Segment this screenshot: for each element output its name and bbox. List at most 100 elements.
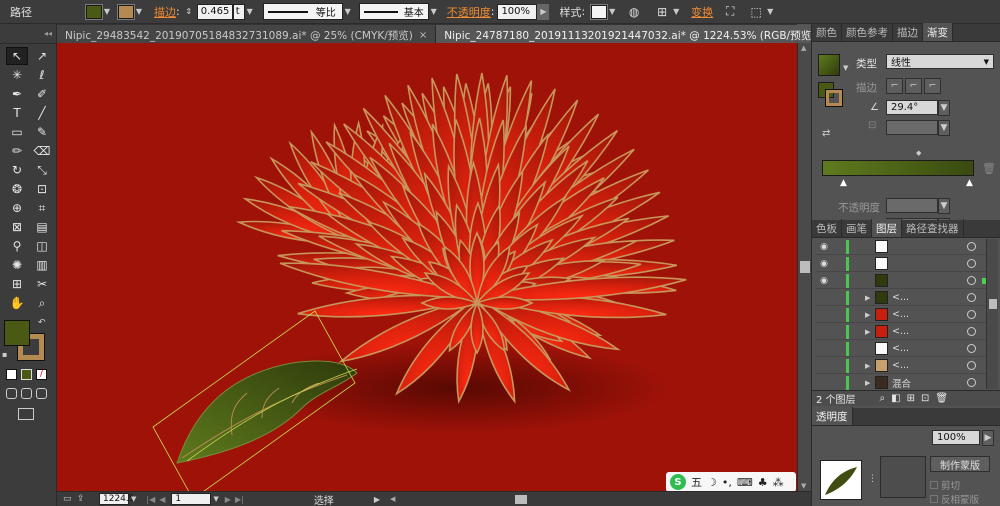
- layer-row[interactable]: ▶ <...: [816, 324, 988, 340]
- layers-scrollbar[interactable]: [986, 239, 998, 389]
- stroke-unit-dropdown[interactable]: t: [232, 3, 245, 20]
- zoom-input[interactable]: 1224.5: [99, 493, 135, 505]
- visibility-eye-icon[interactable]: ◉: [816, 259, 832, 269]
- target-circle-icon[interactable]: [967, 310, 976, 319]
- layer-row[interactable]: ▶ <...: [816, 358, 988, 374]
- transparency-opacity-input[interactable]: 100%: [932, 430, 980, 445]
- angle-dropdown-icon[interactable]: ▼: [938, 100, 950, 116]
- layers-scroll-thumb[interactable]: [989, 299, 997, 309]
- expand-triangle-icon[interactable]: ▶: [865, 294, 875, 302]
- target-circle-icon[interactable]: [967, 361, 976, 370]
- stroke-label[interactable]: 描边: [154, 4, 176, 20]
- stroke-gradient-across-icon[interactable]: ⌐: [924, 78, 941, 94]
- punctuation-icon[interactable]: •,: [722, 476, 732, 489]
- tab-document-1[interactable]: Nipic_29483542_20190705184832731089.ai* …: [57, 25, 437, 43]
- delete-stop-icon[interactable]: 🗑: [982, 162, 996, 175]
- swap-icon[interactable]: ↶: [38, 318, 46, 328]
- screen-mode-icon[interactable]: [18, 408, 34, 420]
- stroke-weight-dropdown-icon[interactable]: ▼: [245, 5, 255, 19]
- scale-tool[interactable]: ⤡: [31, 161, 53, 179]
- object-thumbnail[interactable]: [820, 460, 862, 500]
- fill-swatch[interactable]: [85, 3, 103, 20]
- arrange-dropdown-icon[interactable]: ▼: [765, 5, 775, 19]
- draw-inside-icon[interactable]: [36, 388, 47, 399]
- make-clip-mask-icon[interactable]: ◧: [891, 393, 900, 404]
- visibility-eye-icon[interactable]: ◉: [816, 242, 832, 252]
- next-page-icon[interactable]: ▶: [225, 495, 231, 504]
- layer-name[interactable]: <...: [892, 309, 967, 320]
- gradient-ramp[interactable]: [822, 160, 974, 176]
- opacity-dropdown-icon[interactable]: ▶: [537, 3, 550, 20]
- draw-normal-icon[interactable]: [6, 388, 17, 399]
- stroke-dropdown-icon[interactable]: ▼: [134, 5, 144, 19]
- tab-color-guide[interactable]: 颜色参考: [842, 23, 893, 41]
- expand-triangle-icon[interactable]: ▶: [865, 379, 875, 387]
- aspect-ratio-dropdown-icon[interactable]: ▼: [938, 120, 950, 136]
- stepper-icon[interactable]: ⇕: [184, 3, 194, 21]
- color-stop-end-icon[interactable]: ▲: [966, 178, 973, 188]
- invert-checkbox-box[interactable]: [930, 495, 938, 503]
- aspect-ratio-input[interactable]: [886, 120, 938, 135]
- prev-page-icon[interactable]: ◀: [159, 495, 165, 504]
- tab-color[interactable]: 颜色: [812, 23, 842, 41]
- layer-row[interactable]: <...: [816, 341, 988, 357]
- column-graph-tool[interactable]: ▥: [31, 256, 53, 274]
- warp-tool[interactable]: ❂: [6, 180, 28, 198]
- locate-object-icon[interactable]: ⌕: [880, 393, 886, 404]
- share-icon[interactable]: ⇪: [77, 494, 93, 504]
- link-icon[interactable]: ⋮: [868, 474, 877, 484]
- vertical-scrollbar[interactable]: ▲ ▼: [797, 43, 811, 491]
- target-circle-icon[interactable]: [967, 327, 976, 336]
- tab-transparency[interactable]: 透明度: [812, 407, 853, 425]
- expand-triangle-icon[interactable]: ▶: [865, 311, 875, 319]
- page-dropdown-icon[interactable]: ▼: [213, 495, 218, 503]
- skin-icon[interactable]: ♣: [758, 476, 768, 489]
- stop-opacity-input[interactable]: [886, 198, 938, 213]
- blend-tool[interactable]: ◫: [31, 237, 53, 255]
- fill-stroke-widget[interactable]: ↶ ▪: [2, 318, 52, 364]
- paintbrush-tool[interactable]: ✎: [31, 123, 53, 141]
- expand-triangle-icon[interactable]: ▶: [865, 328, 875, 336]
- hscroll-left-icon[interactable]: ◀: [390, 495, 395, 503]
- graphic-style-swatch[interactable]: [590, 3, 609, 20]
- visibility-eye-icon[interactable]: ◉: [816, 276, 832, 286]
- tab-layers[interactable]: 图层: [872, 219, 902, 237]
- panel-collapse-icon[interactable]: ◂◂: [0, 24, 56, 44]
- gradient-mode-icon[interactable]: [21, 369, 32, 380]
- brush-definition[interactable]: 基本: [358, 3, 429, 20]
- clip-checkbox[interactable]: 剪切: [930, 478, 960, 492]
- hscroll-thumb[interactable]: [515, 494, 528, 504]
- artboard-canvas[interactable]: [57, 43, 797, 491]
- target-circle-icon[interactable]: [967, 378, 976, 387]
- scroll-thumb[interactable]: [800, 261, 810, 273]
- layer-row[interactable]: ▶ <...: [816, 307, 988, 323]
- transparency-opacity-dropdown-icon[interactable]: ▶: [982, 430, 994, 446]
- keyboard-icon[interactable]: ⌨: [737, 476, 753, 489]
- scroll-up-icon[interactable]: ▲: [801, 44, 806, 52]
- make-mask-button[interactable]: 制作蒙版: [930, 456, 990, 472]
- layer-name[interactable]: <...: [892, 292, 967, 303]
- layer-name[interactable]: <...: [892, 326, 967, 337]
- layer-row[interactable]: ▶ 混合: [816, 375, 988, 391]
- recolor-artwork-icon[interactable]: ◍: [625, 3, 643, 21]
- eyedropper-tool[interactable]: ⚲: [6, 237, 28, 255]
- pen-tool[interactable]: ✒: [6, 85, 28, 103]
- close-icon[interactable]: ×: [419, 30, 427, 41]
- brush-dropdown-icon[interactable]: ▼: [429, 5, 439, 19]
- new-sublayer-icon[interactable]: ⊞: [907, 393, 915, 404]
- fill-color-box[interactable]: [4, 320, 30, 346]
- export-icon[interactable]: ▭: [63, 494, 77, 504]
- direct-selection-tool[interactable]: ↗: [31, 47, 53, 65]
- curvature-tool[interactable]: ✐: [31, 85, 53, 103]
- zoom-tool[interactable]: ⌕: [31, 294, 53, 312]
- new-layer-icon[interactable]: ⊡: [921, 393, 929, 404]
- gradient-tool[interactable]: ▤: [31, 218, 53, 236]
- color-stop-start-icon[interactable]: ▲: [840, 178, 847, 188]
- invert-mask-checkbox[interactable]: 反相蒙版: [930, 492, 979, 506]
- align-icon[interactable]: ⊞: [653, 3, 671, 21]
- layer-name[interactable]: <...: [892, 343, 967, 354]
- type-select[interactable]: 线性 ▼: [886, 54, 994, 69]
- layer-row[interactable]: ◉: [816, 273, 988, 289]
- draw-behind-icon[interactable]: [21, 388, 32, 399]
- free-transform-tool[interactable]: ⊡: [31, 180, 53, 198]
